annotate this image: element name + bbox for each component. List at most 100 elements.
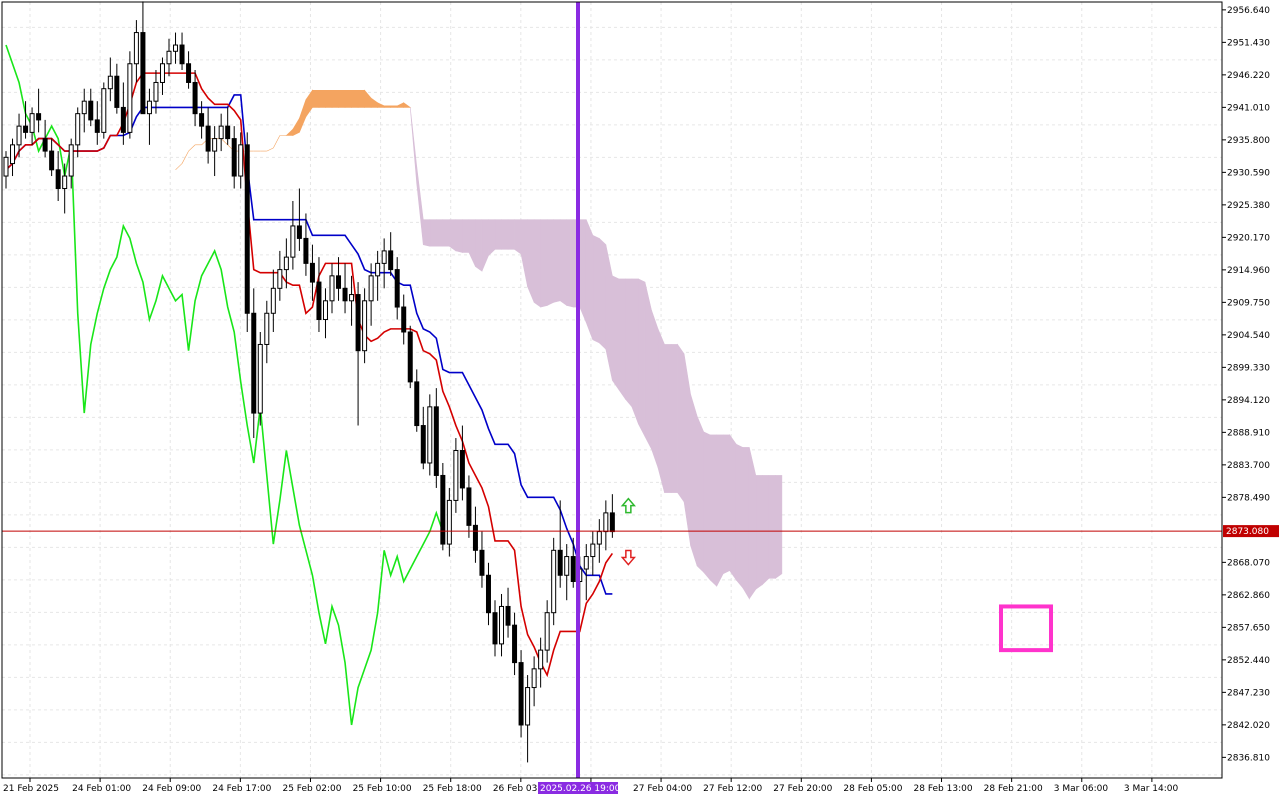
- kumo-segment: [501, 219, 509, 250]
- x-axis-tick-label: 27 Feb 04:00: [633, 784, 692, 794]
- bullish-candle-body: [153, 81, 159, 102]
- y-axis-tick-label: 2857.650: [1227, 623, 1270, 633]
- bearish-candle-body: [205, 125, 211, 152]
- x-axis-tick-label: 28 Feb 21:00: [984, 784, 1043, 794]
- bullish-candle-body: [277, 269, 283, 289]
- bearish-candle-body: [336, 275, 342, 289]
- bullish-candle-body: [62, 175, 68, 190]
- x-axis-tick-label: 27 Feb 20:00: [773, 784, 832, 794]
- y-axis-tick-label: 2930.590: [1227, 168, 1270, 178]
- candle: [518, 650, 524, 738]
- bearish-candle-body: [179, 44, 185, 65]
- y-axis-tick-label: 2956.640: [1227, 6, 1270, 16]
- y-axis-tick-label: 2899.330: [1227, 363, 1270, 373]
- bearish-candle-body: [388, 250, 394, 271]
- bearish-candle-body: [518, 662, 524, 726]
- candle: [101, 82, 107, 139]
- bullish-candle-body: [322, 300, 328, 321]
- kumo-segment: [436, 219, 444, 247]
- kumo-segment: [351, 89, 359, 108]
- kumo-segment: [383, 105, 391, 108]
- bullish-candle-body: [270, 287, 276, 314]
- y-axis-tick-label: 2836.810: [1227, 753, 1270, 763]
- bullish-candle-body: [375, 262, 381, 277]
- x-axis-tick-label: 24 Feb 17:00: [212, 784, 271, 794]
- x-axis-tick-label: 27 Feb 12:00: [703, 784, 762, 794]
- bullish-candle-body: [16, 125, 22, 146]
- y-axis-tick-label: 2925.380: [1227, 201, 1270, 211]
- kumo-segment: [670, 344, 678, 493]
- bullish-candle-body: [257, 343, 263, 414]
- kumo-segment: [690, 394, 698, 567]
- bearish-candle-body: [492, 612, 498, 645]
- y-axis-tick-label: 2946.220: [1227, 71, 1270, 81]
- current-price-tag: 2873.080: [1223, 525, 1279, 538]
- y-axis-tick-label: 2935.800: [1227, 136, 1270, 146]
- bullish-candle-body: [290, 225, 296, 258]
- bearish-candle-body: [433, 406, 439, 476]
- bearish-candle-body: [225, 125, 231, 140]
- kumo-segment: [729, 433, 737, 581]
- kumo-segment: [696, 416, 704, 573]
- bearish-candle-body: [114, 75, 120, 108]
- bullish-candle-body: [603, 512, 609, 533]
- bullish-candle-body: [264, 312, 270, 345]
- x-axis-tick-label: 25 Feb 02:00: [282, 784, 341, 794]
- bullish-candle-body: [81, 100, 87, 115]
- kumo-segment: [475, 219, 483, 272]
- bullish-candle-body: [362, 300, 368, 352]
- bearish-candle-body: [186, 63, 192, 83]
- y-axis-tick-label: 2847.230: [1227, 688, 1270, 698]
- x-axis-tick-label: 21 Feb 2025: [3, 784, 59, 794]
- bullish-candle-body: [499, 605, 505, 645]
- y-axis-tick-label: 2904.540: [1227, 331, 1270, 341]
- bullish-candle-body: [349, 294, 355, 302]
- kumo-segment: [455, 219, 463, 253]
- current-price-label: 2873.080: [1226, 527, 1269, 537]
- bearish-candle-body: [420, 425, 426, 464]
- candle: [244, 132, 250, 332]
- bullish-candle-body: [283, 256, 289, 271]
- bullish-candle-body: [453, 450, 459, 501]
- bullish-candle-body: [107, 75, 113, 90]
- bullish-candle-body: [544, 612, 550, 651]
- bearish-candle-body: [199, 113, 205, 127]
- kumo-segment: [357, 89, 365, 108]
- kumo-segment: [631, 278, 639, 425]
- kumo-segment: [735, 443, 744, 589]
- bearish-candle-body: [120, 106, 126, 133]
- bearish-candle-body: [479, 549, 485, 576]
- kumo-segment: [553, 219, 561, 303]
- ichimoku-price-chart[interactable]: 2956.640 2951.430 2946.220 2941.010 2935.800…: [0, 0, 1280, 800]
- bullish-candle-body: [368, 275, 374, 302]
- bearish-candle-body: [316, 281, 322, 321]
- candle: [427, 394, 433, 476]
- kumo-segment: [748, 447, 757, 600]
- bullish-candle-body: [590, 543, 596, 558]
- bearish-candle-body: [440, 474, 446, 545]
- bearish-candle-body: [609, 512, 615, 533]
- bearish-candle-body: [407, 331, 413, 383]
- kumo-segment: [612, 275, 620, 391]
- bullish-candle-body: [3, 156, 9, 177]
- bearish-candle-body: [36, 113, 42, 121]
- kumo-segment: [507, 219, 515, 250]
- kumo-segment: [644, 282, 652, 450]
- bearish-candle-body: [309, 262, 315, 283]
- candle: [551, 537, 557, 626]
- y-axis-tick-label: 2914.960: [1227, 266, 1270, 276]
- bullish-candle-body: [166, 50, 172, 65]
- bullish-candle-body: [68, 144, 74, 177]
- kumo-segment: [657, 328, 665, 493]
- bearish-candle-body: [251, 312, 257, 414]
- bullish-candle-body: [538, 649, 544, 670]
- x-axis-tick-label: 28 Feb 05:00: [843, 784, 902, 794]
- chart-canvas[interactable]: 2956.640 2951.430 2946.220 2941.010 2935.800…: [0, 0, 1280, 800]
- bullish-candle-body: [159, 63, 165, 83]
- kumo-segment: [422, 219, 431, 247]
- x-axis-tick-label: 3 Mar 14:00: [1124, 784, 1179, 794]
- kumo-segment: [709, 434, 717, 587]
- bullish-candle-body: [564, 556, 570, 576]
- x-axis-tick-label: 24 Feb 09:00: [142, 784, 201, 794]
- kumo-segment: [664, 344, 672, 493]
